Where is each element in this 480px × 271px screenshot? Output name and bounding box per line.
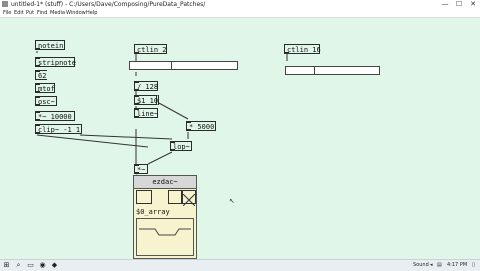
inlet[interactable] bbox=[134, 95, 139, 97]
inlet[interactable] bbox=[186, 121, 191, 123]
array-graph[interactable] bbox=[136, 218, 194, 256]
patch-cords bbox=[36, 51, 288, 195]
menu-window[interactable]: Window bbox=[66, 10, 86, 16]
minimize-button[interactable]: — bbox=[438, 0, 452, 9]
obj-mtof[interactable]: mtof bbox=[35, 83, 55, 93]
start-button-icon[interactable]: ⊞ bbox=[2, 261, 11, 270]
inlet[interactable] bbox=[35, 57, 40, 59]
obj-div-128[interactable]: / 128 bbox=[134, 81, 158, 91]
obj-mul-5000[interactable]: * 5000 bbox=[186, 121, 216, 131]
inlet[interactable] bbox=[35, 70, 40, 72]
array-waveform bbox=[139, 228, 191, 236]
show-desktop-icon[interactable]: ▯ bbox=[472, 262, 475, 269]
obj-lop[interactable]: lop~ bbox=[170, 141, 192, 151]
file-explorer-icon[interactable]: ▭ bbox=[26, 261, 35, 270]
browser-icon[interactable]: ◉ bbox=[38, 261, 47, 270]
slider-2-knob[interactable] bbox=[314, 67, 315, 74]
obj-osc[interactable]: osc~ bbox=[35, 96, 57, 106]
menu-help[interactable]: Help bbox=[86, 10, 97, 16]
slider-1-knob[interactable] bbox=[171, 62, 172, 69]
number-box-62-value: 62 bbox=[38, 72, 47, 80]
outlet[interactable] bbox=[134, 116, 139, 118]
inlet[interactable] bbox=[170, 141, 175, 143]
outlet[interactable] bbox=[170, 149, 175, 151]
inlet[interactable] bbox=[35, 124, 40, 126]
number-box-62[interactable]: 62 bbox=[35, 70, 47, 80]
close-button[interactable]: ✕ bbox=[466, 0, 480, 9]
dac-toggle-left[interactable] bbox=[136, 190, 152, 204]
obj-ctlin-16-label: ctlin 16 bbox=[287, 46, 321, 54]
outlet[interactable] bbox=[134, 52, 139, 54]
outlet[interactable] bbox=[186, 129, 191, 131]
inlet[interactable] bbox=[134, 108, 139, 110]
app-icon bbox=[2, 1, 8, 7]
obj-mul-10000-label: *~ 10000 bbox=[38, 113, 72, 121]
obj-osc-label: osc~ bbox=[38, 98, 55, 106]
obj-ctlin-2[interactable]: ctlin 2 bbox=[134, 44, 167, 54]
msg-s1-10[interactable]: $1 10 bbox=[134, 95, 159, 105]
outlet[interactable] bbox=[35, 91, 40, 93]
cord-clip-lop bbox=[79, 134, 173, 140]
volume-icon[interactable]: ◂ bbox=[430, 262, 433, 269]
outlet[interactable] bbox=[134, 89, 139, 91]
graph-on-parent: ezdac~ $0_array bbox=[133, 175, 197, 259]
inlet[interactable] bbox=[134, 164, 139, 166]
obj-mtof-label: mtof bbox=[38, 85, 55, 93]
array-label: $0_array bbox=[136, 208, 170, 216]
mouse-cursor-icon: ↖ bbox=[229, 196, 235, 206]
menu-put[interactable]: Put bbox=[26, 10, 34, 16]
outlet[interactable] bbox=[284, 52, 289, 54]
obj-mul[interactable]: *~ bbox=[134, 164, 148, 174]
msg-s1-10-label: $1 10 bbox=[137, 97, 159, 105]
obj-stripnote-label: stripnote bbox=[38, 59, 76, 67]
obj-mul-10000[interactable]: *~ 10000 bbox=[35, 111, 75, 121]
obj-clip-label: clip~ -1 1 bbox=[38, 126, 81, 134]
dac-toggle-mid[interactable] bbox=[168, 190, 182, 204]
obj-stripnote[interactable]: stripnote bbox=[35, 57, 76, 67]
outlet[interactable] bbox=[134, 103, 139, 105]
taskbar: ⊞ ⌕ ▭ ◉ ◆ Sound ◂ ▤ 4:17 PM ▯ bbox=[0, 259, 480, 271]
menu-find[interactable]: Find bbox=[37, 10, 47, 16]
inlet[interactable] bbox=[35, 83, 40, 85]
search-icon[interactable]: ⌕ bbox=[14, 261, 23, 270]
menu-media[interactable]: Media bbox=[50, 10, 65, 16]
obj-notein[interactable]: notein bbox=[35, 40, 65, 50]
obj-ezdac[interactable]: ezdac~ bbox=[134, 176, 196, 189]
obj-lop-label: lop~ bbox=[173, 143, 190, 151]
obj-ctlin-16[interactable]: ctlin 16 bbox=[284, 44, 321, 54]
obj-notein-label: notein bbox=[38, 42, 64, 50]
obj-line[interactable]: line~ bbox=[134, 108, 158, 118]
dac-toggle-mute[interactable] bbox=[182, 190, 196, 207]
outlet[interactable] bbox=[35, 132, 40, 134]
obj-ctlin-2-label: ctlin 2 bbox=[137, 46, 167, 54]
outlet[interactable] bbox=[134, 172, 139, 174]
tray-sound-label[interactable]: Sound bbox=[413, 262, 429, 269]
outlet[interactable] bbox=[35, 119, 40, 121]
outlet[interactable] bbox=[35, 48, 40, 50]
menu-bar: File Edit Put Find Media Window Help bbox=[0, 9, 480, 18]
obj-div-128-label: / 128 bbox=[137, 83, 159, 91]
inlet[interactable] bbox=[134, 81, 139, 83]
hslider-2[interactable] bbox=[285, 66, 380, 75]
maximize-button[interactable]: ☐ bbox=[452, 0, 466, 9]
menu-file[interactable]: File bbox=[3, 10, 11, 16]
obj-clip[interactable]: clip~ -1 1 bbox=[35, 124, 82, 134]
obj-line-label: line~ bbox=[137, 110, 159, 118]
pd-app-icon[interactable]: ◆ bbox=[50, 261, 59, 270]
network-icon[interactable]: ▤ bbox=[437, 262, 442, 269]
outlet[interactable] bbox=[35, 65, 40, 67]
inlet[interactable] bbox=[35, 111, 40, 113]
patch-canvas[interactable]: notein stripnote 62 mtof osc~ *~ 10000 c… bbox=[0, 18, 480, 259]
cord-lop-mul bbox=[147, 151, 173, 165]
outlet[interactable] bbox=[35, 104, 40, 106]
hslider-1[interactable] bbox=[129, 61, 238, 70]
clock[interactable]: 4:17 PM bbox=[447, 262, 467, 269]
inlet[interactable] bbox=[35, 96, 40, 98]
obj-mul-5000-label: * 5000 bbox=[189, 123, 215, 131]
window-title: untitled-1* (stuff) - C:/Users/Dave/Comp… bbox=[11, 1, 206, 8]
menu-edit[interactable]: Edit bbox=[14, 10, 24, 16]
mute-x-icon bbox=[182, 193, 196, 207]
